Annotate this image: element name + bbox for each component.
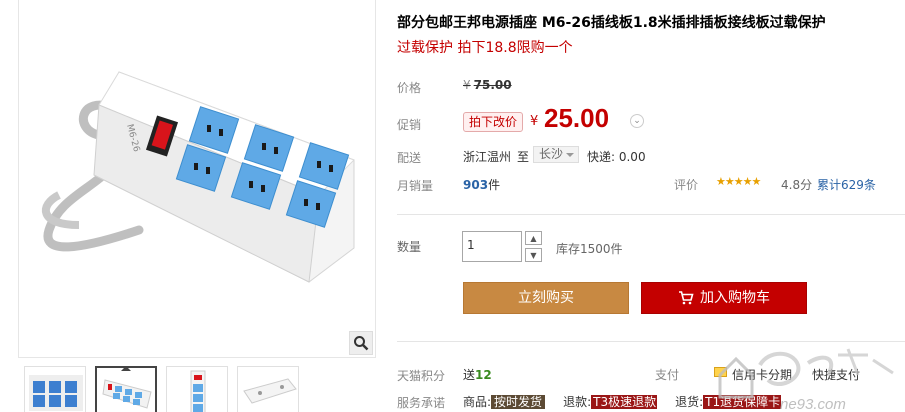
thumbnail-2[interactable] (95, 366, 157, 412)
points-label: 天猫积分 (397, 369, 446, 383)
express-fee: 快递: 0.00 (587, 150, 646, 164)
return-label: 退货: (675, 395, 704, 409)
buy-now-button[interactable]: 立刻购买 (463, 282, 629, 314)
power-strip-illustration: M6-26 (41, 71, 355, 283)
city-select-value: 长沙 (539, 147, 564, 161)
credit-card-icon (714, 367, 727, 377)
thumbnail-strip (24, 366, 299, 412)
sales-unit: 件 (488, 178, 501, 192)
promo-label: 促销 (397, 118, 422, 132)
rating-stars-icon: ★★★★★ (716, 175, 761, 188)
service-label: 服务承诺 (397, 396, 446, 410)
promo-price: 25.00 (544, 103, 610, 133)
thumbnail-1[interactable] (24, 366, 86, 412)
promo-tag: 拍下改价 (463, 112, 524, 132)
sales-label: 月销量 (397, 179, 434, 193)
shipping-label: 配送 (397, 151, 422, 165)
quantity-decrease-button[interactable]: ▼ (525, 248, 542, 262)
chevron-down-icon[interactable]: ⌄ (630, 114, 644, 128)
original-price-value: 75.00 (473, 78, 512, 92)
fast-refund-badge[interactable]: T3极速退款 (591, 395, 658, 409)
add-to-cart-label: 加入购物车 (700, 290, 770, 306)
quantity-label: 数量 (397, 240, 422, 254)
original-price: ¥75.00 (463, 78, 512, 92)
zoom-button[interactable] (349, 331, 373, 355)
magnifier-icon (354, 336, 369, 351)
product-title[interactable]: 部分包邮王邦电源插座 M6-26插线板1.8米插排插板接线板过载保护 (397, 12, 826, 32)
return-guarantee-badge[interactable]: T1退货保障卡 (703, 395, 782, 409)
thumbnail-3[interactable] (166, 366, 228, 412)
currency-symbol: ¥ (463, 78, 471, 92)
rating-label: 评价 (674, 178, 699, 192)
points-prefix: 送 (463, 368, 476, 382)
product-info: 部分包邮王邦电源插座 M6-26插线板1.8米插排插板接线板过载保护 过载保护 … (397, 0, 905, 412)
thumbnail-image (190, 370, 206, 412)
thumbnail-image (29, 375, 83, 411)
monthly-sales: 903件 (463, 176, 500, 193)
points-value: 送12 (463, 366, 492, 383)
quantity-input[interactable]: 1 (462, 231, 522, 262)
points-number: 12 (475, 368, 492, 382)
rating-score: 4.8分 (781, 178, 813, 192)
image-gallery: M6-26 (18, 0, 378, 412)
quantity-increase-button[interactable]: ▲ (525, 231, 542, 245)
caret-down-icon (566, 153, 574, 161)
credit-card-installment[interactable]: 信用卡分期 (732, 366, 792, 383)
stock-count: 库存1500件 (556, 242, 623, 256)
cart-icon (679, 291, 694, 305)
product-subtitle: 过载保护 拍下18.8限购一个 (397, 40, 573, 56)
ship-to-word: 至 (517, 150, 530, 164)
ship-from: 浙江温州 (463, 150, 512, 164)
thumbnail-image (102, 379, 152, 409)
payment-label: 支付 (655, 368, 680, 382)
main-product-image[interactable]: M6-26 (18, 0, 376, 358)
refund-label: 退款: (563, 395, 592, 409)
divider (397, 214, 905, 215)
service-promises: 商品: 按时发货 退款: T3极速退款 退货: T1退货保障卡 (463, 393, 782, 410)
goods-label: 商品: (463, 395, 492, 409)
price-label: 价格 (397, 81, 422, 95)
add-to-cart-button[interactable]: 加入购物车 (641, 282, 807, 314)
thumbnail-image (243, 378, 297, 404)
on-time-delivery-badge[interactable]: 按时发货 (491, 395, 546, 409)
thumbnail-4[interactable] (237, 366, 299, 412)
divider (397, 341, 905, 342)
city-select[interactable]: 长沙 (533, 146, 579, 163)
promo-currency: ¥ (530, 114, 539, 129)
express-payment[interactable]: 快捷支付 (812, 366, 860, 383)
reviews-link[interactable]: 累计629条 (817, 176, 876, 193)
sales-count-value: 903 (463, 178, 489, 192)
